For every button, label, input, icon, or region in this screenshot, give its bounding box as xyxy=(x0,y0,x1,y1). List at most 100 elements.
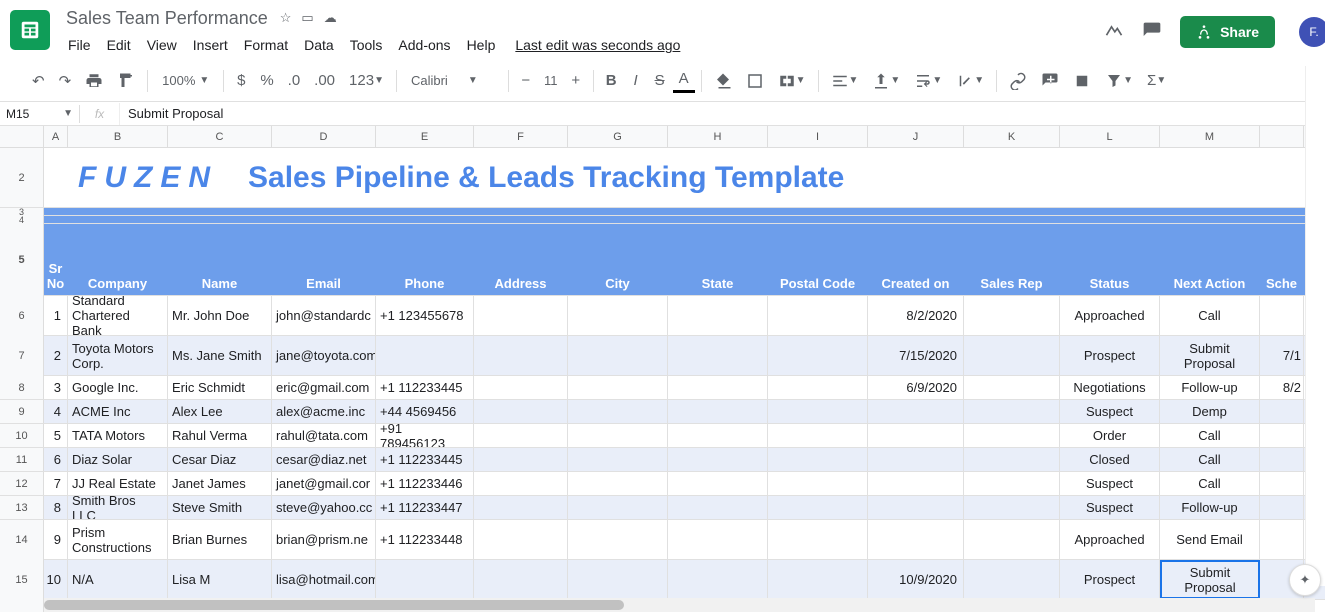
cell-postal[interactable] xyxy=(768,496,868,519)
col-header-M[interactable]: M xyxy=(1160,126,1260,147)
cell-phone[interactable] xyxy=(376,560,474,599)
cell-address[interactable] xyxy=(474,448,568,471)
name-box[interactable]: M15▼ xyxy=(0,105,80,123)
cell-email[interactable]: brian@prism.ne xyxy=(272,520,376,559)
row-header-16[interactable] xyxy=(0,600,44,612)
font-select[interactable]: Calibri▼ xyxy=(403,71,502,90)
cell-created[interactable]: 10/9/2020 xyxy=(868,560,964,599)
last-edit-link[interactable]: Last edit was seconds ago xyxy=(507,33,688,57)
cell-srno[interactable]: 3 xyxy=(44,376,68,399)
cell-city[interactable] xyxy=(568,336,668,375)
cell-company[interactable]: Google Inc. xyxy=(68,376,168,399)
wrap-icon[interactable]: ▼ xyxy=(908,68,948,94)
cell-phone[interactable]: +1 123455678 xyxy=(376,296,474,335)
font-size-increase[interactable]: + xyxy=(565,68,587,93)
cell-srno[interactable]: 8 xyxy=(44,496,68,519)
cell-city[interactable] xyxy=(568,520,668,559)
functions-icon[interactable]: Σ▼ xyxy=(1141,68,1172,93)
cell-srno[interactable]: 7 xyxy=(44,472,68,495)
star-icon[interactable]: ☆ xyxy=(280,10,292,26)
link-icon[interactable] xyxy=(1003,68,1033,94)
col-header-H[interactable]: H xyxy=(668,126,768,147)
cell-sched[interactable]: 7/1 xyxy=(1260,336,1304,375)
cell-srno[interactable]: 2 xyxy=(44,336,68,375)
select-all-corner[interactable] xyxy=(0,126,44,147)
font-size-input[interactable]: 11 xyxy=(539,73,563,88)
cell-name[interactable]: Steve Smith xyxy=(168,496,272,519)
title-cell[interactable]: FUZENSales Pipeline & Leads Tracking Tem… xyxy=(44,148,1325,207)
header-cA[interactable]: Sr No xyxy=(44,224,68,295)
cell-postal[interactable] xyxy=(768,560,868,599)
cell-name[interactable]: Cesar Diaz xyxy=(168,448,272,471)
cell-address[interactable] xyxy=(474,400,568,423)
cell-phone[interactable] xyxy=(376,336,474,375)
menu-tools[interactable]: Tools xyxy=(342,33,391,57)
cell-status[interactable]: Negotiations xyxy=(1060,376,1160,399)
cell-created[interactable] xyxy=(868,472,964,495)
side-panel[interactable] xyxy=(1305,66,1325,586)
cell-rep[interactable] xyxy=(964,424,1060,447)
cell-address[interactable] xyxy=(474,520,568,559)
cell-phone[interactable]: +1 112233446 xyxy=(376,472,474,495)
cell-city[interactable] xyxy=(568,448,668,471)
cell-email[interactable]: lisa@hotmail.com xyxy=(272,560,376,599)
cell-status[interactable]: Approached xyxy=(1060,520,1160,559)
cloud-icon[interactable]: ☁ xyxy=(324,10,337,26)
filter-icon[interactable]: ▼ xyxy=(1099,68,1139,94)
cell-state[interactable] xyxy=(668,424,768,447)
cell-state[interactable] xyxy=(668,496,768,519)
share-button[interactable]: Share xyxy=(1180,16,1275,48)
cell-address[interactable] xyxy=(474,424,568,447)
cell-state[interactable] xyxy=(668,448,768,471)
cell-name[interactable]: Mr. John Doe xyxy=(168,296,272,335)
cell-state[interactable] xyxy=(668,296,768,335)
rotate-icon[interactable]: ▼ xyxy=(950,68,990,94)
header-cM[interactable]: Next Action xyxy=(1160,224,1260,295)
col-header-K[interactable]: K xyxy=(964,126,1060,147)
cell-state[interactable] xyxy=(668,336,768,375)
header-cF[interactable]: Address xyxy=(474,224,568,295)
cell-rep[interactable] xyxy=(964,496,1060,519)
cell-rep[interactable] xyxy=(964,400,1060,423)
cell-sched[interactable] xyxy=(1260,472,1304,495)
cell-name[interactable]: Ms. Jane Smith xyxy=(168,336,272,375)
menu-insert[interactable]: Insert xyxy=(185,33,236,57)
merge-icon[interactable]: ▼ xyxy=(772,68,812,94)
menu-data[interactable]: Data xyxy=(296,33,342,57)
cell-phone[interactable]: +91 789456123 xyxy=(376,424,474,447)
cell-srno[interactable]: 9 xyxy=(44,520,68,559)
header-cE[interactable]: Phone xyxy=(376,224,474,295)
cell-created[interactable]: 6/9/2020 xyxy=(868,376,964,399)
col-header-n[interactable] xyxy=(1260,126,1304,147)
cell-phone[interactable]: +1 112233448 xyxy=(376,520,474,559)
cell-phone[interactable]: +1 112233445 xyxy=(376,376,474,399)
col-header-F[interactable]: F xyxy=(474,126,568,147)
h-align-icon[interactable]: ▼ xyxy=(825,68,865,94)
cell-company[interactable]: TATA Motors xyxy=(68,424,168,447)
cell-company[interactable]: JJ Real Estate xyxy=(68,472,168,495)
cell-email[interactable]: rahul@tata.com xyxy=(272,424,376,447)
bold-icon[interactable]: B xyxy=(600,68,623,93)
cell-created[interactable]: 7/15/2020 xyxy=(868,336,964,375)
cell-company[interactable]: N/A xyxy=(68,560,168,599)
cell-status[interactable]: Prospect xyxy=(1060,336,1160,375)
strike-icon[interactable]: S xyxy=(649,68,671,93)
cell-state[interactable] xyxy=(668,520,768,559)
cell-sched[interactable] xyxy=(1260,448,1304,471)
cell-srno[interactable]: 6 xyxy=(44,448,68,471)
cell-next-action[interactable]: Call xyxy=(1160,424,1260,447)
cell-name[interactable]: Brian Burnes xyxy=(168,520,272,559)
decrease-decimal-icon[interactable]: .0 xyxy=(282,68,307,93)
cell-srno[interactable]: 5 xyxy=(44,424,68,447)
avatar[interactable]: F. xyxy=(1299,17,1325,47)
cell-postal[interactable] xyxy=(768,336,868,375)
sheets-logo[interactable] xyxy=(10,10,50,50)
row-header-11[interactable]: 11 xyxy=(0,448,44,471)
cell-company[interactable]: Prism Constructions xyxy=(68,520,168,559)
cell-phone[interactable]: +1 112233445 xyxy=(376,448,474,471)
cell-next-action[interactable]: Call xyxy=(1160,296,1260,335)
text-color-icon[interactable]: A xyxy=(673,68,695,93)
horizontal-scrollbar[interactable] xyxy=(44,598,1315,612)
cell-state[interactable] xyxy=(668,560,768,599)
cell-email[interactable]: janet@gmail.cor xyxy=(272,472,376,495)
